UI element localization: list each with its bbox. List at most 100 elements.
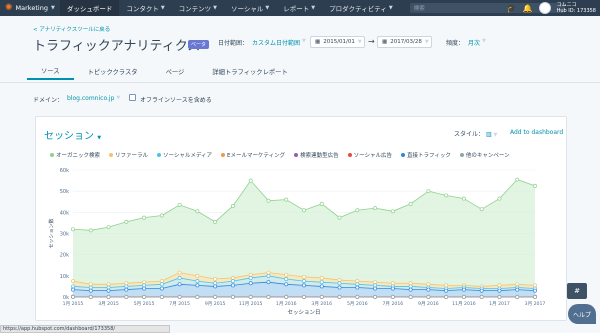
brand-menu[interactable]: ✺ Marketing ▼ xyxy=(0,0,60,16)
data-point xyxy=(284,272,289,277)
hub-id: Hub ID: 173358 xyxy=(556,8,596,14)
data-point xyxy=(230,204,235,208)
domain-dropdown[interactable]: blog.comnico.jp ▼ xyxy=(67,95,120,102)
tab-label: ソース xyxy=(41,67,60,75)
nav-item-label: ダッシュボード xyxy=(66,5,113,13)
data-point xyxy=(159,282,164,287)
chevron-down-icon: ▼ xyxy=(482,38,486,44)
data-point xyxy=(159,295,164,299)
data-point xyxy=(515,295,520,299)
avatar[interactable] xyxy=(538,2,551,14)
data-point xyxy=(230,279,235,284)
chevron-down-icon: ▼ xyxy=(116,95,121,101)
help-button[interactable]: ヘルプ xyxy=(568,304,596,324)
graduation-cap-icon[interactable]: 🎓 xyxy=(507,4,517,13)
nav-item-dashboard[interactable]: ダッシュボード xyxy=(59,0,120,16)
data-point xyxy=(533,295,537,299)
end-date-field[interactable]: ▦ 2017/03/28 ▼ xyxy=(377,36,432,48)
x-tick-label: 1月 2016 xyxy=(276,301,297,307)
chevron-down-icon: ▼ xyxy=(311,5,316,11)
nav-item-label: プロダクティビティ xyxy=(329,5,387,13)
data-point xyxy=(142,295,147,299)
data-point xyxy=(159,286,164,291)
offline-sources-checkbox[interactable] xyxy=(129,94,136,101)
y-tick-label: 60k xyxy=(60,168,69,174)
data-point xyxy=(302,279,306,284)
data-point xyxy=(497,283,502,288)
data-point xyxy=(106,285,111,290)
data-point xyxy=(337,215,342,220)
data-point xyxy=(373,283,378,288)
data-point xyxy=(88,285,93,290)
tab-label: 詳細トラフィックレポート xyxy=(212,68,288,76)
chevron-down-icon: ▼ xyxy=(50,5,55,11)
start-date-field[interactable]: ▦ 2015/01/01 ▼ xyxy=(310,36,365,48)
data-point xyxy=(177,270,182,275)
data-point xyxy=(230,275,235,280)
data-point xyxy=(479,295,484,299)
data-point xyxy=(408,295,413,299)
account-menu[interactable]: コムニコ Hub ID: 173358 xyxy=(557,2,596,14)
data-point xyxy=(302,208,306,213)
back-link[interactable]: < アナリティクスツールに戻る xyxy=(33,25,110,33)
data-point xyxy=(88,295,93,299)
nav-item-social[interactable]: ソーシャル ▼ xyxy=(224,0,276,16)
top-navigation: ✺ Marketing ▼ ダッシュボード コンタクト ▼ コンテンツ ▼ ソー… xyxy=(0,0,600,16)
data-point xyxy=(319,295,324,299)
data-point xyxy=(426,189,431,194)
tab-detailed-traffic[interactable]: 詳細トラフィックレポート xyxy=(198,62,301,80)
sessions-chart: 0k 10k 20k 30k 40k 50k 60k 1月 2015 3月 2015 5月 201… xyxy=(48,168,545,316)
data-point xyxy=(319,275,324,280)
data-point xyxy=(337,285,342,290)
chevron-down-icon: ▼ xyxy=(302,38,306,44)
data-point xyxy=(266,270,271,275)
tab-label: トピッククラスタ xyxy=(87,68,138,76)
tab-label: ページ xyxy=(165,68,185,76)
data-point xyxy=(373,206,378,211)
nav-icons: 🎓 🔔 コムニコ Hub ID: 173358 xyxy=(507,0,596,16)
data-point xyxy=(159,213,164,218)
search-placeholder: 検索 xyxy=(413,6,425,12)
data-point xyxy=(106,288,111,293)
data-point xyxy=(195,273,200,278)
data-point xyxy=(479,288,484,293)
data-point xyxy=(533,288,537,293)
data-point xyxy=(390,281,395,286)
nav-item-productivity[interactable]: プロダクティビティ ▼ xyxy=(322,0,400,16)
x-tick-label: 1月 2017 xyxy=(489,301,510,307)
data-point xyxy=(248,281,253,286)
frequency-dropdown[interactable]: 月次 ▼ xyxy=(468,38,486,47)
hash-button[interactable]: # xyxy=(567,283,587,299)
bell-icon[interactable]: 🔔 xyxy=(523,4,533,13)
data-point xyxy=(266,295,271,299)
x-axis-title: セッション日 xyxy=(287,309,320,316)
data-point xyxy=(373,286,378,291)
x-tick-label: 7月 2015 xyxy=(169,301,190,307)
data-point xyxy=(319,284,324,289)
nav-item-content[interactable]: コンテンツ ▼ xyxy=(172,0,224,16)
date-range-dropdown[interactable]: カスタム日付範囲 ▼ xyxy=(252,38,306,47)
data-point xyxy=(124,281,129,286)
data-point xyxy=(337,281,342,286)
data-point xyxy=(213,281,218,286)
data-point xyxy=(106,295,111,299)
data-point xyxy=(497,196,502,201)
arrow-right-icon: → xyxy=(368,37,375,46)
data-point xyxy=(355,282,360,287)
data-point xyxy=(71,295,75,299)
data-point xyxy=(284,277,289,281)
data-point xyxy=(444,295,449,299)
data-point xyxy=(355,285,360,290)
nav-item-reports[interactable]: レポート ▼ xyxy=(276,0,322,16)
tab-pages[interactable]: ページ xyxy=(152,62,199,80)
data-point xyxy=(302,295,306,299)
x-tick-label: 9月 2016 xyxy=(418,301,439,307)
data-point xyxy=(426,282,431,287)
x-tick-label: 9月 2015 xyxy=(205,301,226,307)
tab-topic-clusters[interactable]: トピッククラスタ xyxy=(74,62,152,80)
data-point xyxy=(284,282,289,287)
tab-sources[interactable]: ソース xyxy=(27,62,74,80)
data-point xyxy=(124,295,129,299)
nav-item-contacts[interactable]: コンタクト ▼ xyxy=(119,0,171,16)
x-tick-label: 1月 2015 xyxy=(63,301,84,307)
